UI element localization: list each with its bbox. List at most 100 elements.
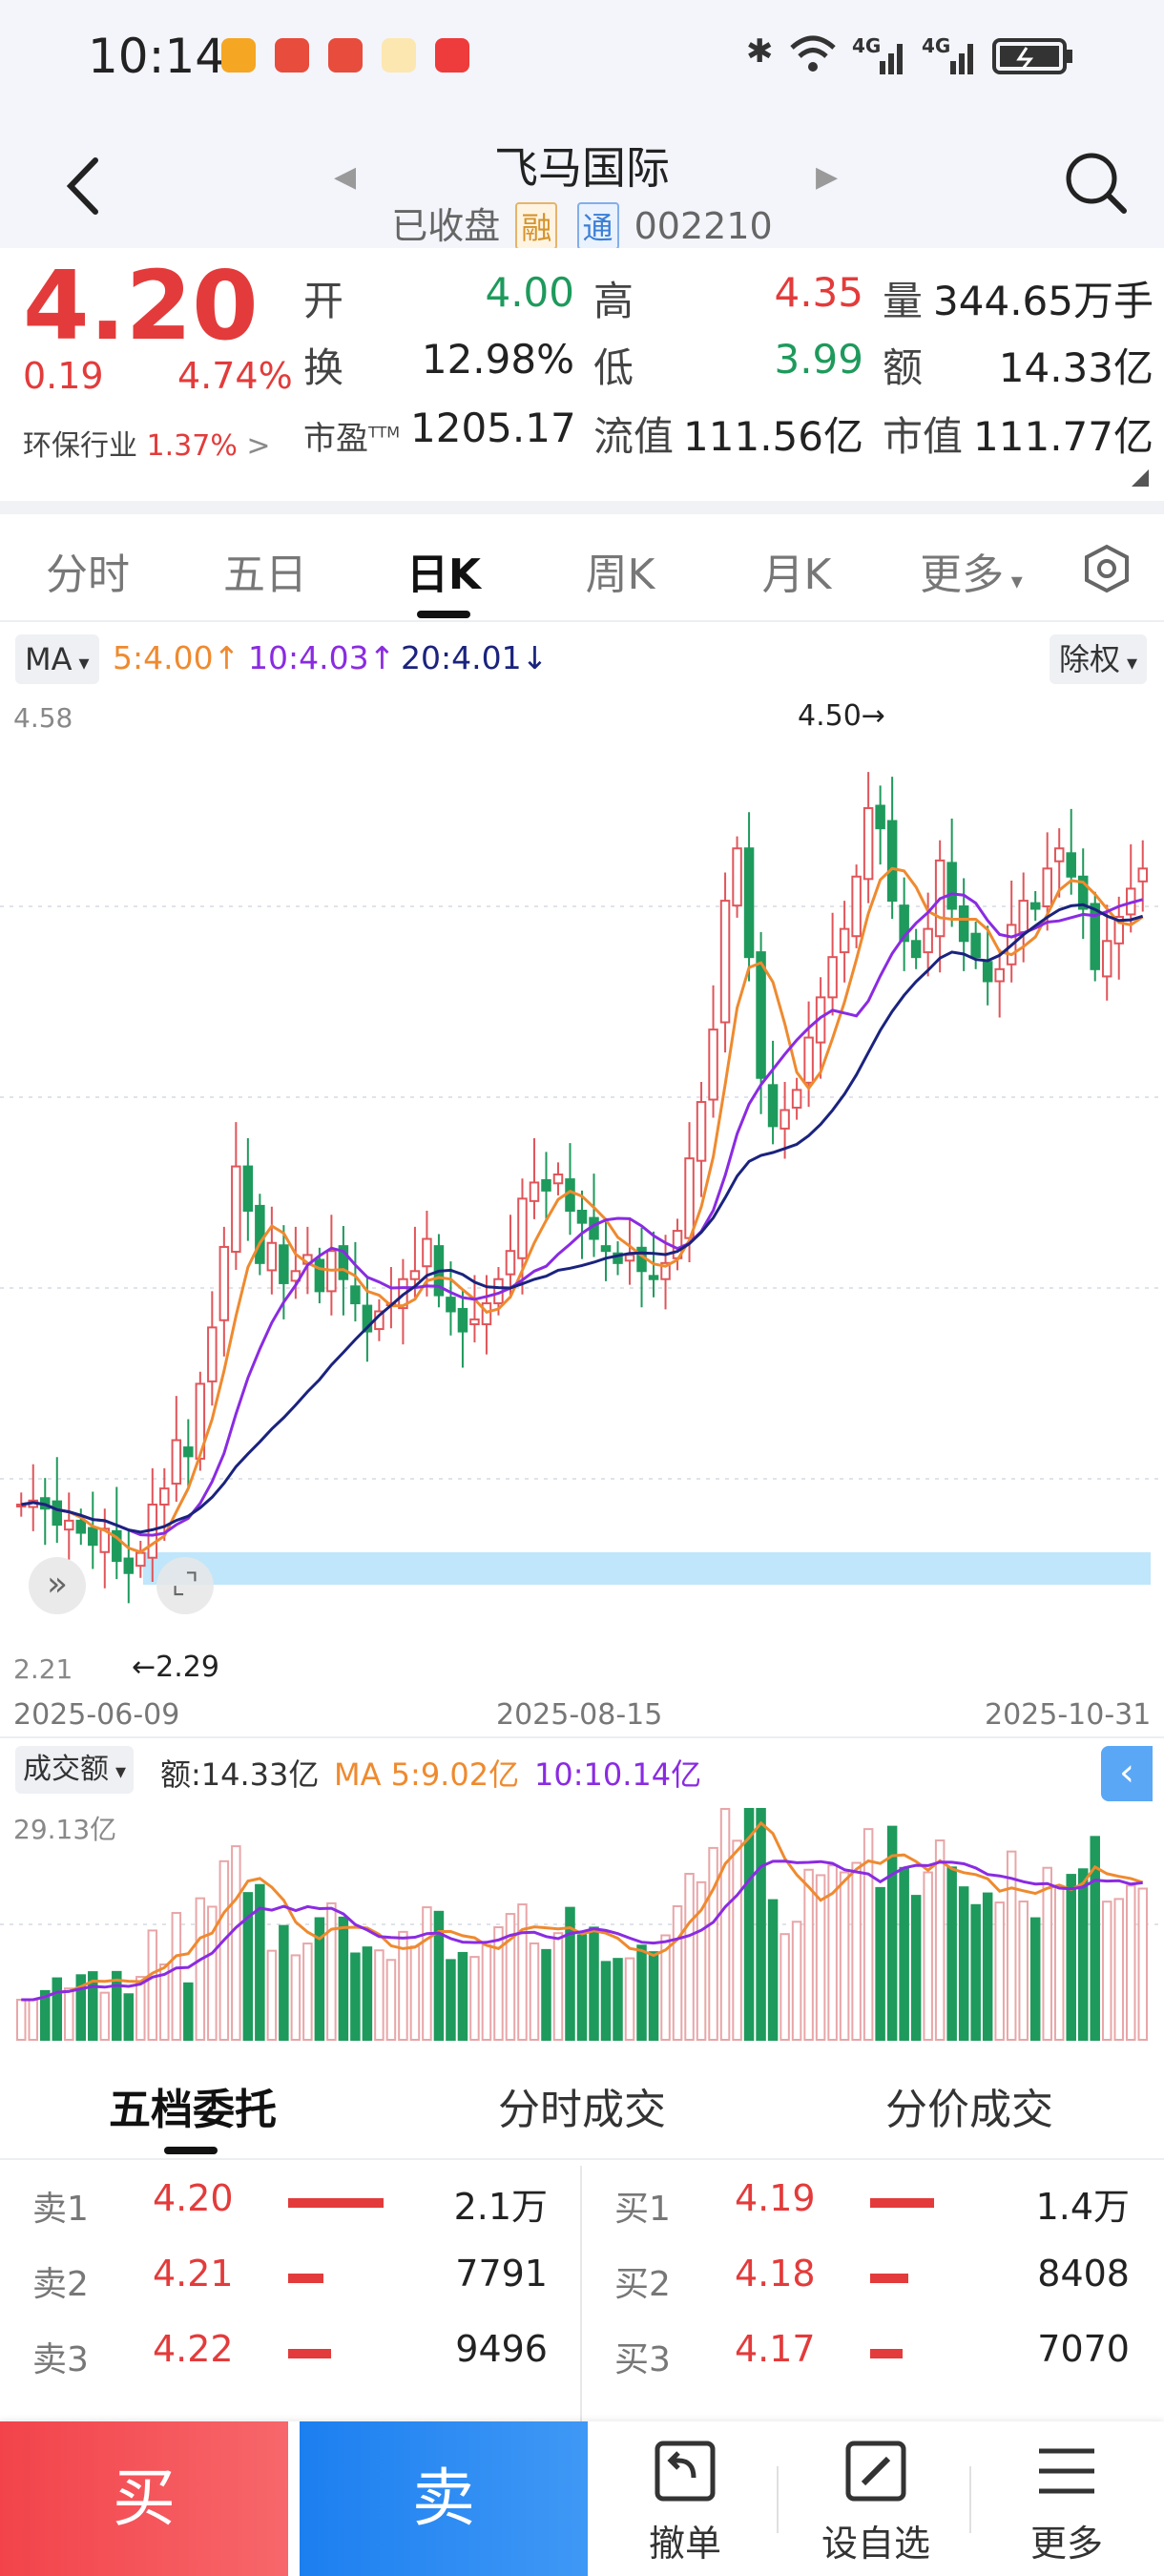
- buy-level-price[interactable]: 4.19: [735, 2177, 816, 2219]
- industry-link[interactable]: 环保行业 1.37% >: [23, 422, 271, 464]
- sell-button[interactable]: 卖: [300, 2421, 588, 2576]
- candle-body: [159, 1487, 170, 1506]
- candle-body: [600, 1245, 612, 1253]
- tab-underline: [417, 611, 470, 618]
- tab-tick-trades[interactable]: 分时成交: [401, 2075, 763, 2136]
- tab-price-trades[interactable]: 分价成交: [788, 2075, 1151, 2136]
- ma10-legend: 10:4.03↑: [248, 639, 396, 676]
- expand-quote-icon[interactable]: [1132, 469, 1149, 487]
- search-icon[interactable]: [1061, 148, 1130, 217]
- volume-bar: [648, 1951, 659, 2041]
- tab-day-k[interactable]: 日K: [358, 540, 530, 601]
- settings-icon[interactable]: [1082, 544, 1132, 593]
- tab-intraday[interactable]: 分时: [2, 540, 174, 601]
- volume-bar: [899, 1866, 909, 2042]
- candle-body: [88, 1527, 98, 1547]
- sell-level-label: 卖1: [32, 2190, 89, 2229]
- open-value: 4.00: [485, 269, 574, 316]
- candle-body: [242, 1165, 254, 1212]
- volume-bar: [958, 1886, 969, 2041]
- pe-label: 市盈TTM: [303, 420, 401, 458]
- volume-indicator-button[interactable]: 成交额 ▾: [15, 1746, 135, 1794]
- volume-bar: [52, 1977, 63, 2042]
- volume-axis-max: 29.13亿: [13, 1814, 117, 1845]
- candle-body: [207, 1326, 218, 1382]
- sell-level-bar: [288, 2349, 331, 2358]
- volume-bar: [756, 1808, 766, 2041]
- tab-month-k[interactable]: 月K: [711, 540, 883, 601]
- buy-level-price[interactable]: 4.18: [735, 2253, 816, 2295]
- candle-body: [1101, 940, 1112, 978]
- undo-icon: [655, 2441, 716, 2502]
- tab-underline: [164, 2147, 218, 2154]
- fullscreen-icon[interactable]: ⌞⌝: [156, 1557, 214, 1614]
- candle-body: [231, 1165, 241, 1254]
- volume-bar: [613, 1958, 623, 2041]
- candle-body: [529, 1181, 540, 1202]
- add-watchlist-button[interactable]: 设自选: [780, 2438, 971, 2566]
- buy-level-bar: [870, 2349, 903, 2358]
- tab-five-day[interactable]: 五日: [179, 540, 351, 601]
- chart-scroll-left-button[interactable]: »: [29, 1557, 86, 1614]
- candle-body: [422, 1237, 432, 1268]
- sell-level-price[interactable]: 4.20: [153, 2177, 234, 2219]
- volume-bar: [231, 1845, 241, 2042]
- candle-body: [743, 847, 755, 959]
- ma-selector-button[interactable]: MA ▾: [15, 634, 99, 684]
- candle-body: [1053, 847, 1065, 862]
- app-notification-icon: [275, 38, 309, 73]
- volume-bar: [350, 1952, 361, 2042]
- candle-body: [886, 820, 898, 903]
- buy-level-price[interactable]: 4.17: [735, 2328, 816, 2370]
- candle-body: [1018, 900, 1029, 934]
- app-notification-icon: [328, 38, 363, 73]
- volume-bar: [517, 1903, 528, 2041]
- volume-bar: [171, 1912, 182, 2042]
- tab-week-k[interactable]: 周K: [534, 540, 706, 601]
- candle-body: [481, 1302, 492, 1325]
- volume-bar: [16, 1999, 27, 2041]
- low-label: 低: [593, 344, 634, 391]
- candle-body: [708, 1028, 718, 1101]
- cancel-order-button[interactable]: 撤单: [590, 2438, 780, 2566]
- high-annotation: 4.50→: [798, 699, 885, 733]
- sell-level-volume: 9496: [455, 2328, 548, 2370]
- candle-body: [946, 862, 957, 910]
- menu-icon: [1039, 2448, 1094, 2494]
- candle-body: [1029, 902, 1041, 910]
- volume-bar: [338, 1916, 349, 2041]
- sell-level-price[interactable]: 4.21: [153, 2253, 234, 2295]
- volume-bar: [409, 1945, 421, 2041]
- high-label: 高: [593, 278, 634, 324]
- candlestick-chart[interactable]: [0, 692, 1164, 1693]
- candle-body: [851, 875, 862, 938]
- volume-bar: [1066, 1874, 1076, 2041]
- volume-bar: [422, 1906, 432, 2042]
- volume-bar: [636, 1944, 647, 2041]
- candle-body: [923, 927, 933, 954]
- candle-body: [803, 1036, 814, 1084]
- tab-five-level[interactable]: 五档委托: [11, 2075, 374, 2136]
- volume-bar: [112, 1970, 122, 2042]
- volume-bar: [218, 1859, 230, 2041]
- volume-bar: [934, 1839, 946, 2041]
- open-label: 开: [303, 278, 344, 324]
- candle-body: [75, 1519, 87, 1534]
- adjust-selector-button[interactable]: 除权 ▾: [1050, 634, 1148, 684]
- buy-button[interactable]: 买: [0, 2421, 288, 2576]
- ma5-legend: 5:4.00↑: [113, 639, 240, 676]
- candle-body: [839, 927, 850, 954]
- cancel-order-label: 撤单: [648, 2523, 721, 2565]
- tab-more[interactable]: 更多 ▾: [885, 540, 1057, 601]
- buy-level-label: 买1: [614, 2190, 671, 2229]
- volume-bar: [779, 1933, 790, 2041]
- more-menu-label: 更多: [1029, 2523, 1103, 2565]
- sell-level-label: 卖3: [32, 2340, 89, 2379]
- sell-level-price[interactable]: 4.22: [153, 2328, 234, 2370]
- more-menu-button[interactable]: 更多: [971, 2438, 1162, 2566]
- volume-ma10: 10:10.14亿: [534, 1756, 702, 1793]
- sell-level-bar: [288, 2274, 323, 2283]
- volume-bar: [469, 1956, 480, 2041]
- stock-name: 飞马国际: [494, 142, 670, 194]
- volume-bar: [1101, 1901, 1112, 2042]
